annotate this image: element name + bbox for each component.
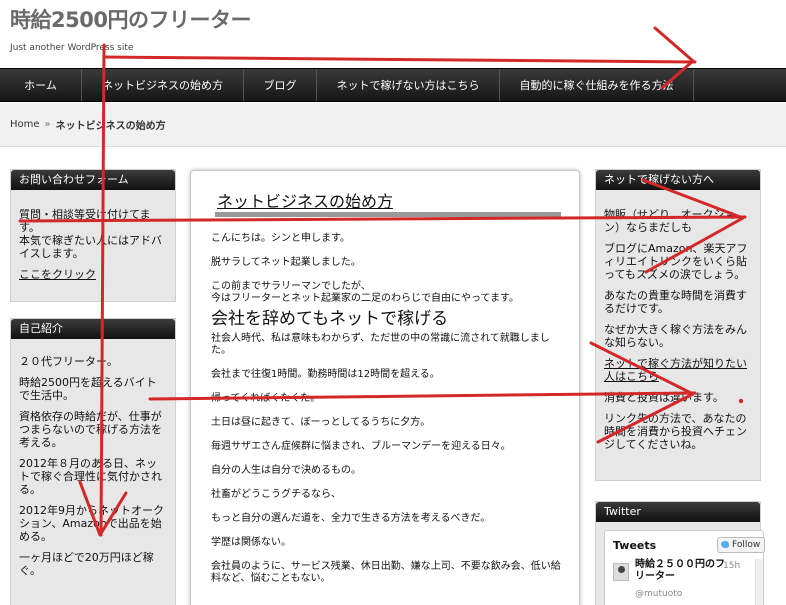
profile-widget-title: 自己紹介 xyxy=(11,319,175,339)
breadcrumb-home-link[interactable]: Home xyxy=(10,119,40,130)
twitter-bird-icon xyxy=(721,541,729,548)
tweet-author-name[interactable]: 時給２５００円のフリーター xyxy=(635,559,727,583)
article-paragraph: 社会人時代、私は意味もわからず、ただ世の中の常識に流されて就職しました。 xyxy=(211,333,550,356)
twitter-timeline[interactable]: Tweets Follow 時給２５００円のフリーター 15h @mutuoto xyxy=(604,530,765,605)
article-box: ネットビジネスの始め方 こんにちは。シンと申します。 脱サラしてネット起業しまし… xyxy=(190,170,580,605)
profile-line-2: 時給2500円を超えるバイトで生活中。 xyxy=(19,376,157,402)
twitter-follow-button[interactable]: Follow xyxy=(717,537,765,553)
breadcrumb: Home » ネットビジネスの始め方 xyxy=(0,103,786,147)
avatar[interactable] xyxy=(613,563,629,581)
tweets-heading: Tweets xyxy=(613,539,657,552)
breadcrumb-current: ネットビジネスの始め方 xyxy=(55,121,166,132)
article-title[interactable]: ネットビジネスの始め方 xyxy=(217,188,393,212)
article-paragraph: 社畜がどうこうグチるなら、 xyxy=(211,489,341,500)
follow-label: Follow xyxy=(732,540,761,550)
main-navigation: ホーム ネットビジネスの始め方 ブログ ネットで稼げない方はこちら 自動的に稼ぐ… xyxy=(0,68,786,102)
cant-earn-text-6: リンク先の方法で、あなたの時間を消費から投資へチェンジしてくださいね。 xyxy=(604,412,747,451)
profile-line-6: 一ヶ月ほどで20万円ほど稼ぐ。 xyxy=(19,551,154,577)
article-paragraph: 今はフリーターとネット起業家の二足のわらじで自由にやってます。 xyxy=(211,293,519,304)
nav-item-cant-earn[interactable]: ネットで稼げない方はこちら xyxy=(317,69,500,101)
article-paragraph: 会社員のように、サービス残業、休日出勤、嫌な上司、不要な飲み会、低い給料など、悩… xyxy=(211,561,561,584)
nav-item-business-start[interactable]: ネットビジネスの始め方 xyxy=(82,69,244,101)
breadcrumb-separator: » xyxy=(44,119,51,130)
article-paragraph: 会社まで往復1時間。勤務時間は12時間を超える。 xyxy=(211,369,440,380)
nav-item-auto-system[interactable]: 自動的に稼ぐ仕組みを作る方法 xyxy=(500,69,694,101)
article-paragraph: 学歴は関係ない。 xyxy=(211,537,291,548)
article-paragraph: 毎週サザエさん症候群に悩まされ、ブルーマンデーを迎える日々。 xyxy=(211,441,511,452)
tweet-author-handle[interactable]: @mutuoto xyxy=(635,589,682,599)
title-divider xyxy=(215,212,561,217)
cant-earn-text-2: ブログにAmazon、楽天アフィリエイトリンクをいくら貼ってもスズメの涙でしょう… xyxy=(604,242,748,281)
profile-line-1: ２０代フリーター。 xyxy=(19,355,118,368)
article-paragraph: 脱サラしてネット起業しました。 xyxy=(211,257,361,268)
contact-text-1: 質問・相談等受け付けてます。 xyxy=(19,208,151,234)
profile-line-4: 2012年８月のある日、ネットで稼ぐ合理性に気付かされる。 xyxy=(19,457,162,496)
site-title[interactable]: 時給2500円のフリーター xyxy=(10,4,251,34)
learn-method-link[interactable]: ネットで稼ぐ方法が知りたい人はこちら xyxy=(604,357,747,383)
nav-item-home[interactable]: ホーム xyxy=(0,69,82,101)
nav-item-blog[interactable]: ブログ xyxy=(244,69,317,101)
tweet-timestamp[interactable]: 15h xyxy=(723,561,740,571)
article-body: こんにちは。シンと申します。 脱サラしてネット起業しました。 この前までサラリー… xyxy=(211,233,566,597)
cant-earn-text-3: あなたの貴重な時間を消費するだけです。 xyxy=(604,289,747,315)
contact-text-2: 本気で稼ぎたい人にはアドバイスします。 xyxy=(19,234,162,260)
twitter-widget: Twitter Tweets Follow 時給２５００円のフリーター 15h … xyxy=(595,501,765,605)
article-subheading: 会社を辞めてもネットで稼げる xyxy=(211,309,449,329)
timeline-scrollbar[interactable] xyxy=(755,559,763,605)
site-header: 時給2500円のフリーター Just another WordPress sit… xyxy=(0,0,786,68)
profile-widget: 自己紹介 ２０代フリーター。 時給2500円を超えるバイトで生活中。 資格依存の… xyxy=(10,318,176,605)
article-paragraph: この前までサラリーマンでしたが、 xyxy=(211,281,371,292)
article-paragraph: もっと自分の選んだ道を、全力で生きる方法を考えるべきだ。 xyxy=(211,513,491,524)
twitter-widget-title: Twitter xyxy=(596,502,760,522)
article-paragraph: 土日は昼に起きて、ぼーっとしてるうちに夕方。 xyxy=(211,417,431,428)
profile-line-5: 2012年9月からネットオークション、Amazonで出品を始める。 xyxy=(19,504,164,543)
site-tagline: Just another WordPress site xyxy=(10,43,134,53)
contact-link[interactable]: ここをクリック xyxy=(19,268,96,281)
cant-earn-text-5: 消費と投資は違います。 xyxy=(604,391,724,404)
cant-earn-text-4: なぜか大きく稼ぐ方法をみんな知らない。 xyxy=(604,323,747,349)
contact-widget: お問い合わせフォーム 質問・相談等受け付けてます。 本気で稼ぎたい人にはアドバイ… xyxy=(10,169,176,302)
article-paragraph: こんにちは。シンと申します。 xyxy=(211,233,350,244)
contact-widget-title: お問い合わせフォーム xyxy=(11,170,175,190)
cant-earn-text-1: 物販（せどり、オークション）ならまだしも xyxy=(604,208,736,234)
article-paragraph: 自分の人生は自分で決めるもの。 xyxy=(211,465,361,476)
cant-earn-widget: ネットで稼げない方へ 物販（せどり、オークション）ならまだしも ブログにAmaz… xyxy=(595,169,761,481)
article-paragraph: 帰ってくればくたくた。 xyxy=(211,393,321,404)
cant-earn-widget-title: ネットで稼げない方へ xyxy=(596,170,760,190)
profile-line-3: 資格依存の時給だが、仕事がつまらないので稼げる方法を考える。 xyxy=(19,410,162,449)
